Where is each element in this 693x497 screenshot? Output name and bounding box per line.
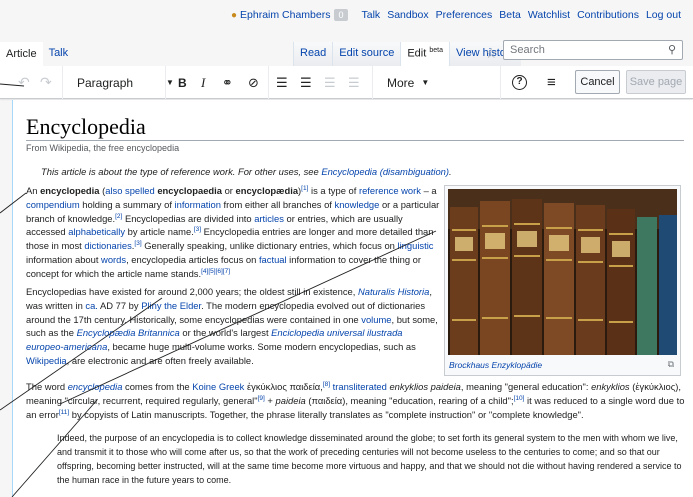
etymology-paragraph[interactable]: The word encyclopedia comes from the Koi…: [26, 380, 686, 421]
tab-read[interactable]: Read: [293, 42, 333, 66]
italic-icon[interactable]: I: [201, 66, 205, 99]
page-title: Encyclopedia: [26, 114, 146, 139]
chevron-down-icon: ▼: [421, 78, 430, 87]
tab-article[interactable]: Article: [0, 42, 43, 66]
watch-star-icon[interactable]: ☆: [485, 45, 498, 62]
beta-badge: beta: [429, 47, 443, 54]
personal-tools: ● Ephraim Chambers 0 Talk Sandbox Prefer…: [231, 9, 681, 21]
enlarge-icon[interactable]: ⧉: [668, 359, 674, 370]
tab-edit-label: Edit: [407, 47, 427, 60]
user-icon: ●: [230, 9, 238, 21]
talk-link[interactable]: Talk: [362, 9, 381, 21]
diderot-quote[interactable]: Indeed, the purpose of an encyclopedia i…: [57, 431, 687, 487]
bulleted-list-icon[interactable]: ☰: [300, 66, 312, 99]
site-tagline: From Wikipedia, the free encyclopedia: [26, 143, 180, 153]
cancel-button[interactable]: Cancel: [575, 70, 620, 94]
tab-talk[interactable]: Talk: [43, 42, 75, 66]
beta-link[interactable]: Beta: [499, 9, 521, 21]
hatnote-text: This article is about the type of refere…: [41, 166, 322, 177]
help-icon[interactable]: ?: [512, 66, 527, 99]
chevron-down-icon: ▼: [166, 78, 174, 87]
title-divider: [26, 140, 684, 141]
clear-formatting-icon[interactable]: ⊘: [248, 66, 259, 99]
article-content: Encyclopedia From Wikipedia, the free en…: [12, 100, 693, 497]
numbered-list-icon[interactable]: ☰: [276, 66, 288, 99]
tab-edit-source[interactable]: Edit source: [332, 42, 401, 66]
sandbox-link[interactable]: Sandbox: [387, 9, 428, 21]
search-icon[interactable]: ⚲: [668, 43, 676, 56]
increase-indent-icon[interactable]: ☰: [348, 66, 360, 99]
disambiguation-link[interactable]: Encyclopedia (disambiguation): [321, 166, 449, 177]
bold-icon[interactable]: B: [178, 66, 187, 99]
redo-icon[interactable]: ↷: [40, 66, 52, 99]
save-page-button[interactable]: Save page: [626, 70, 686, 94]
brockhaus-books-image[interactable]: [448, 189, 677, 355]
search-input[interactable]: Search ⚲: [503, 40, 683, 60]
user-name-link[interactable]: Ephraim Chambers: [240, 9, 330, 21]
undo-icon[interactable]: ↶: [18, 66, 30, 99]
paragraph-format-dropdown[interactable]: Paragraph ▼: [77, 66, 174, 99]
more-dropdown[interactable]: More ▼: [387, 66, 429, 99]
history-paragraph[interactable]: Encyclopedias have existed for around 2,…: [26, 285, 441, 368]
thumbnail-caption-link[interactable]: Brockhaus Enzyklopädie: [449, 360, 542, 370]
lead-paragraph[interactable]: An encyclopedia (also spelled encyclopae…: [26, 184, 441, 281]
hatnote: This article is about the type of refere…: [41, 166, 452, 177]
page-options-menu-icon[interactable]: ≡: [547, 66, 556, 99]
paragraph-format-label: Paragraph: [77, 75, 134, 90]
notifications-badge[interactable]: 0: [334, 9, 348, 21]
tab-edit[interactable]: Edit beta: [400, 42, 449, 66]
more-label: More: [387, 75, 415, 90]
search-placeholder: Search: [510, 44, 545, 56]
hatnote-suffix: .: [449, 166, 452, 177]
namespace-tabs: Article Talk: [0, 42, 74, 66]
decrease-indent-icon[interactable]: ☰: [324, 66, 336, 99]
thumbnail-caption[interactable]: Brockhaus Enzyklopädie: [449, 360, 542, 370]
thumbnail: Brockhaus Enzyklopädie ⧉: [444, 185, 681, 376]
watchlist-link[interactable]: Watchlist: [528, 9, 570, 21]
logout-link[interactable]: Log out: [646, 9, 681, 21]
books-illustration: [448, 189, 677, 355]
preferences-link[interactable]: Preferences: [436, 9, 493, 21]
contributions-link[interactable]: Contributions: [577, 9, 639, 21]
link-icon[interactable]: ⚭: [222, 66, 233, 99]
